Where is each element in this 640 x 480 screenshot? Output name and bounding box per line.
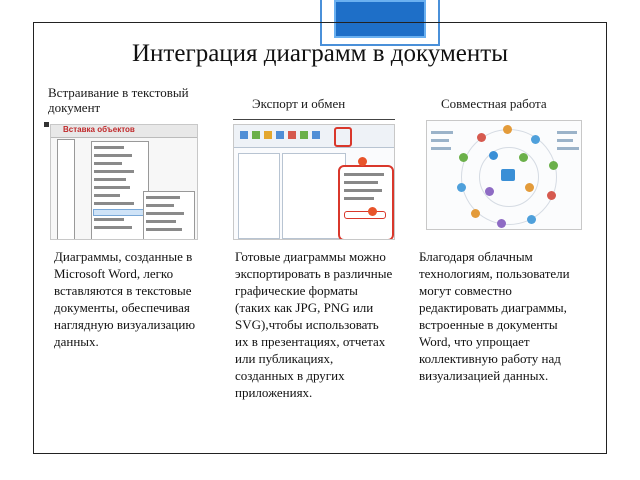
ribbon-icon — [300, 131, 308, 139]
menu-row — [94, 202, 134, 205]
side-list-row — [431, 139, 449, 142]
screenshot-ruler — [57, 139, 75, 239]
user-avatar-icon — [477, 133, 486, 142]
word-insert-screenshot: Вставка объектов — [50, 124, 198, 240]
side-list-row — [557, 131, 577, 134]
screenshot-caption: Вставка объектов — [63, 125, 135, 134]
panel-row — [344, 189, 382, 192]
submenu-row — [146, 204, 174, 207]
menu-row — [94, 218, 124, 221]
menu-row — [94, 186, 130, 189]
callout-dot — [358, 157, 367, 166]
submenu-row — [146, 196, 180, 199]
ribbon-icon — [252, 131, 260, 139]
divider-line — [233, 119, 395, 120]
user-avatar-icon — [525, 183, 534, 192]
panel-selected-row — [344, 211, 386, 219]
user-avatar-icon — [485, 187, 494, 196]
panel-row — [344, 181, 378, 184]
heading-embedding: Встраивание в текстовый документ — [48, 85, 189, 115]
ribbon-icon — [240, 131, 248, 139]
user-avatar-icon — [489, 151, 498, 160]
user-avatar-icon — [549, 161, 558, 170]
ribbon-icon — [312, 131, 320, 139]
submenu-row — [146, 212, 184, 215]
user-avatar-icon — [497, 219, 506, 228]
user-avatar-icon — [531, 135, 540, 144]
user-avatar-icon — [503, 125, 512, 134]
user-avatar-icon — [471, 209, 480, 218]
user-avatar-icon — [547, 191, 556, 200]
menu-row — [94, 162, 122, 165]
ribbon-icon — [264, 131, 272, 139]
screenshot-sheet — [282, 153, 346, 239]
side-list-row — [557, 139, 573, 142]
collaboration-screenshot — [426, 120, 582, 230]
screenshot-sidebar — [238, 153, 280, 239]
text-export: Готовые диаграммы можно экспортировать в… — [235, 249, 393, 400]
panel-row — [344, 173, 384, 176]
screenshot-export-panel — [338, 165, 394, 239]
callout-dot — [368, 207, 377, 216]
center-document-icon — [501, 169, 515, 181]
user-avatar-icon — [457, 183, 466, 192]
heading-export: Экспорт и обмен — [252, 96, 346, 111]
screenshot-ribbon — [234, 125, 394, 148]
user-avatar-icon — [527, 215, 536, 224]
submenu-row — [146, 220, 176, 223]
heading-collaboration: Совместная работа — [441, 96, 547, 111]
ribbon-highlight — [334, 127, 352, 147]
ribbon-icon — [276, 131, 284, 139]
side-list-row — [557, 147, 579, 150]
bullet-marker — [44, 122, 49, 127]
text-collaboration: Благодаря облачным технологиям, пользова… — [419, 249, 570, 383]
side-list-row — [431, 131, 453, 134]
ribbon-icon — [288, 131, 296, 139]
screenshot-context-menu — [91, 141, 149, 239]
side-list-row — [431, 147, 451, 150]
export-screenshot — [233, 124, 395, 240]
screenshot-submenu — [143, 191, 195, 239]
slide-title: Интеграция диаграмм в документы — [131, 40, 508, 67]
user-avatar-icon — [519, 153, 528, 162]
panel-row — [344, 197, 374, 200]
menu-row — [94, 178, 126, 181]
text-embedding: Диаграммы, созданные в Microsoft Word, л… — [54, 249, 196, 349]
menu-row — [94, 194, 120, 197]
menu-row-highlighted — [93, 209, 145, 216]
menu-row — [94, 146, 124, 149]
menu-row — [94, 154, 132, 157]
menu-row — [94, 226, 132, 229]
user-avatar-icon — [459, 153, 468, 162]
submenu-row — [146, 228, 182, 231]
menu-row — [94, 170, 134, 173]
